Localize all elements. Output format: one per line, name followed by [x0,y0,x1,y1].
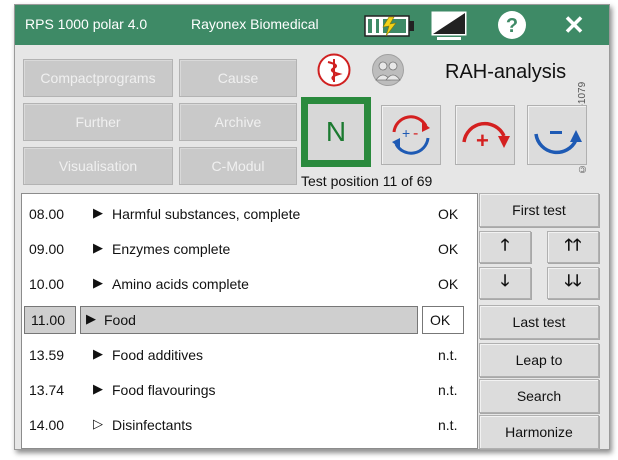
test-status: n.t. [438,347,458,363]
svg-text:+: + [476,128,489,153]
expand-arrow-icon[interactable]: ▶ [86,311,96,327]
leap-to-button[interactable]: Leap to [479,343,599,377]
title-bar: RPS 1000 polar 4.0 Rayonex Biomedical ? … [15,5,609,45]
expand-arrow-icon[interactable]: ▶ [93,381,103,397]
test-row[interactable]: 10.00 ▶ Amino acids complete OK [22,268,477,300]
patient-group-icon[interactable] [371,53,405,92]
n-label: N [308,104,364,160]
test-status: OK [438,206,459,222]
harmonize-button[interactable]: Harmonize [479,415,599,449]
minus-button[interactable] [527,105,587,165]
plus-arc-icon: + [462,121,510,153]
test-code: 11.00 [31,312,65,328]
test-code: 13.59 [29,347,65,363]
analysis-title: RAH-analysis [445,61,567,83]
test-code: 14.00 [29,417,65,433]
compactprograms-button[interactable]: Compactprograms [23,59,173,97]
up-button[interactable]: 🡑 [479,231,531,263]
down-button[interactable]: 🡓 [479,267,531,299]
test-position: Test position 11 of 69 [301,173,433,189]
test-row[interactable]: 13.59 ▶ Food additives n.t. [22,339,477,371]
test-status: OK [438,276,459,292]
search-button[interactable]: Search [479,379,599,413]
balance-icon: + - [392,115,430,155]
up-fast-button[interactable]: 🡑🡑 [547,231,599,263]
cause-button[interactable]: Cause [179,59,297,97]
expand-arrow-icon[interactable]: ▶ [93,275,103,291]
test-name: Food additives [112,347,204,363]
expand-arrow-icon[interactable]: ▶ [93,240,103,256]
test-code: 08.00 [29,206,65,222]
caduceus-icon[interactable] [317,53,351,92]
test-row[interactable]: 14.00 ▷ Disinfectants n.t. [22,409,477,441]
test-name: Food [104,312,136,328]
svg-text:?: ? [506,15,518,37]
test-list: 08.00 ▶ Harmful substances, complete OK … [21,193,478,449]
test-name: Harmful substances, complete [112,206,301,222]
archive-button[interactable]: Archive [179,103,297,141]
last-test-button[interactable]: Last test [479,305,599,339]
test-code: 09.00 [29,241,65,257]
visualisation-button[interactable]: Visualisation [23,147,173,185]
battery-charging-icon[interactable] [363,9,417,41]
plus-button[interactable]: + [455,105,515,165]
test-row[interactable]: 08.00 ▶ Harmful substances, complete OK [22,198,477,230]
test-status: OK [438,241,459,257]
minus-arc-icon [534,130,582,155]
balance-button[interactable]: + - [381,105,441,165]
vendor-name: Rayonex Biomedical [191,16,319,32]
n-button[interactable]: N [301,97,371,167]
test-code: 10.00 [29,276,65,292]
app-window: RPS 1000 polar 4.0 Rayonex Biomedical ? … [14,4,610,450]
further-button[interactable]: Further [23,103,173,141]
test-name: Food flavourings [112,382,216,398]
svg-text:+: + [402,125,410,141]
svg-text:-: - [413,125,418,142]
first-test-button[interactable]: First test [479,193,599,227]
expand-arrow-icon[interactable]: ▶ [93,346,103,362]
test-name: Disinfectants [112,417,193,433]
c-modul-button[interactable]: C-Modul [179,147,297,185]
expand-arrow-icon[interactable]: ▷ [93,416,103,432]
display-brightness-icon[interactable] [429,9,469,41]
app-name: RPS 1000 polar 4.0 [25,16,148,32]
test-row[interactable]: 09.00 ▶ Enzymes complete OK [22,233,477,265]
test-name: Enzymes complete [112,241,231,257]
test-name: Amino acids complete [112,276,249,292]
help-icon[interactable]: ? [495,9,529,41]
expand-arrow-icon[interactable]: ▶ [93,205,103,221]
close-icon[interactable]: ✕ [558,9,590,41]
test-status: n.t. [438,382,458,398]
test-status: OK [430,312,451,328]
down-fast-button[interactable]: 🡓🡓 [547,267,599,299]
test-code: 13.74 [29,382,65,398]
test-status: n.t. [438,417,458,433]
test-row-selected[interactable]: 11.00 ▶ Food OK [22,304,477,336]
test-row[interactable]: 13.74 ▶ Food flavourings n.t. [22,374,477,406]
